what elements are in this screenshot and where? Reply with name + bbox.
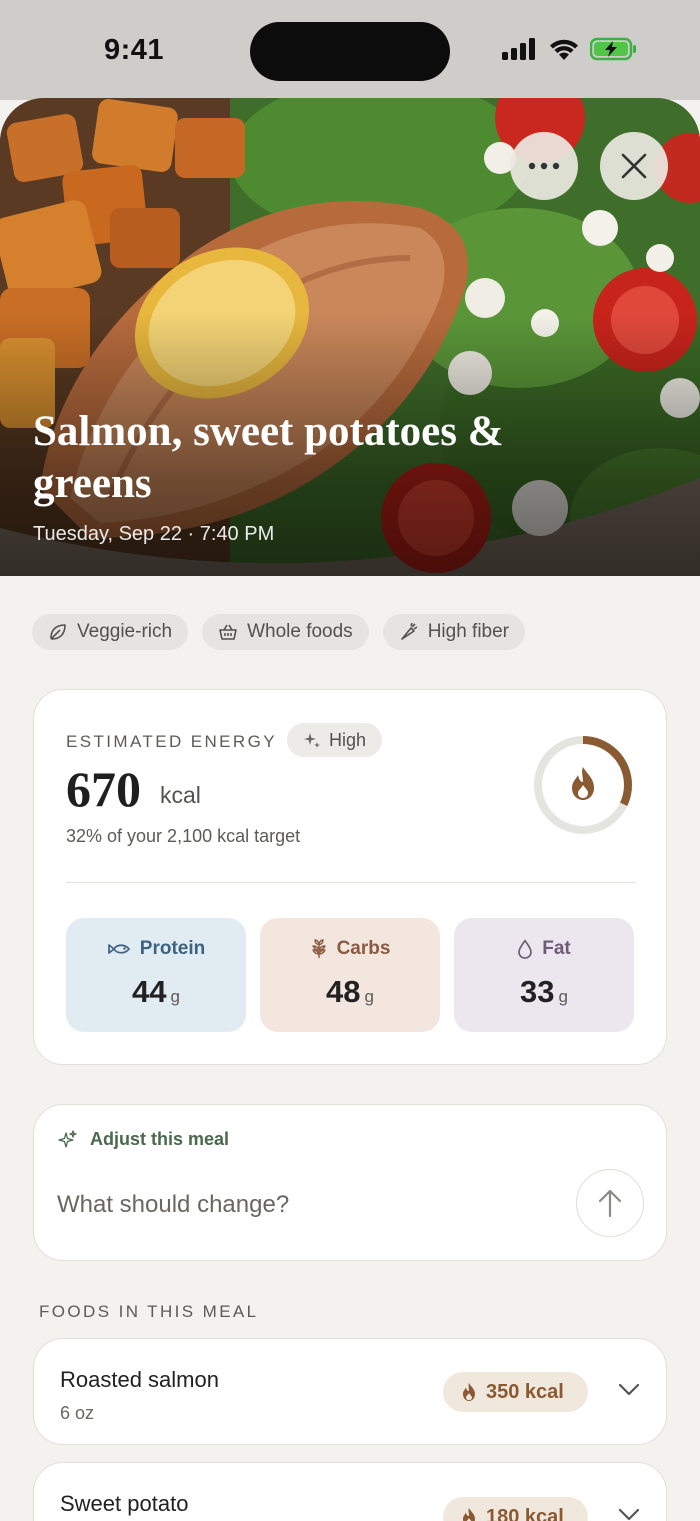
dynamic-island xyxy=(250,22,450,81)
wheat-icon xyxy=(311,939,326,958)
carrot-icon xyxy=(400,622,418,640)
arrow-up-icon xyxy=(598,1189,622,1218)
tag-label: High fiber xyxy=(427,621,510,642)
card-divider xyxy=(66,882,636,883)
meal-datetime: Tuesday, Sep 22 · 7:40 PM xyxy=(33,523,275,545)
food-item[interactable]: Sweet potato 180 kcal xyxy=(33,1462,667,1521)
chevron-down-icon[interactable] xyxy=(618,1383,640,1397)
energy-value: 670 xyxy=(66,761,141,817)
macro-label: Carbs xyxy=(336,938,391,959)
macro-label: Protein xyxy=(139,938,206,959)
adjust-meal-input[interactable] xyxy=(57,1185,557,1225)
macro-unit: g xyxy=(170,987,180,1006)
status-time: 9:41 xyxy=(104,34,165,66)
droplet-icon xyxy=(518,939,533,959)
send-button[interactable] xyxy=(576,1169,644,1237)
tag-label: Whole foods xyxy=(247,621,353,642)
food-kcal: 350 kcal xyxy=(486,1380,564,1403)
status-icons xyxy=(502,37,638,61)
status-bar: 9:41 xyxy=(0,0,700,100)
food-amount: 6 oz xyxy=(60,1403,95,1423)
close-icon xyxy=(621,153,647,179)
flame-icon xyxy=(572,767,594,800)
ellipsis-icon xyxy=(528,162,560,170)
energy-progress-ring xyxy=(534,736,632,834)
flame-icon xyxy=(463,1508,475,1521)
energy-label: ESTIMATED ENERGY xyxy=(66,732,277,751)
foods-section-title: FOODS IN THIS MEAL xyxy=(39,1302,259,1321)
energy-card: ESTIMATED ENERGY High 670 kcal 32% of yo… xyxy=(33,689,667,1065)
macro-unit: g xyxy=(558,987,568,1006)
food-name: Roasted salmon xyxy=(60,1367,219,1392)
macro-fat[interactable]: Fat 33 g xyxy=(454,918,634,1032)
close-button[interactable] xyxy=(600,132,668,200)
wifi-icon xyxy=(550,39,578,60)
leaf-icon xyxy=(50,624,66,640)
chevron-down-icon[interactable] xyxy=(618,1508,640,1521)
energy-unit: kcal xyxy=(160,782,201,808)
macro-value: 48 xyxy=(326,974,361,1009)
confidence-badge: High xyxy=(287,723,383,757)
battery-charging-icon xyxy=(590,37,636,61)
tag-high-fiber[interactable]: High fiber xyxy=(382,614,526,650)
tag-veggie-rich[interactable]: Veggie-rich xyxy=(32,614,189,650)
meal-hero: Salmon, sweet potatoes & greens Tuesday,… xyxy=(0,98,700,576)
macro-value: 33 xyxy=(520,974,555,1009)
macro-breakdown: Protein 44 g Carbs 48 g Fat 33 g xyxy=(66,918,634,1032)
adjust-meal-card: Adjust this meal xyxy=(33,1104,667,1261)
food-kcal-badge: 180 kcal xyxy=(443,1497,588,1521)
tag-whole-foods[interactable]: Whole foods xyxy=(202,614,369,650)
food-kcal: 180 kcal xyxy=(486,1505,564,1521)
fish-icon xyxy=(107,944,130,954)
sparkle-icon xyxy=(58,1129,77,1148)
food-item[interactable]: Roasted salmon 6 oz 350 kcal xyxy=(33,1338,667,1445)
meal-title: Salmon, sweet potatoes & greens xyxy=(33,408,504,507)
tag-label: Veggie-rich xyxy=(77,621,173,642)
flame-icon xyxy=(463,1383,475,1401)
meal-tags: Veggie-rich Whole foods High fiber xyxy=(32,614,526,650)
macro-protein[interactable]: Protein 44 g xyxy=(66,918,246,1032)
energy-target-text: 32% of your 2,100 kcal target xyxy=(66,826,301,846)
adjust-title: Adjust this meal xyxy=(90,1129,230,1149)
macro-label: Fat xyxy=(542,938,571,959)
food-name: Sweet potato xyxy=(60,1491,189,1516)
more-options-button[interactable] xyxy=(510,132,578,200)
macro-carbs[interactable]: Carbs 48 g xyxy=(260,918,440,1032)
sparkle-icon xyxy=(304,733,320,748)
food-kcal-badge: 350 kcal xyxy=(443,1372,588,1412)
cellular-signal-icon xyxy=(502,38,535,60)
macro-value: 44 xyxy=(132,974,167,1009)
confidence-label: High xyxy=(329,729,367,750)
basket-icon xyxy=(219,624,237,640)
macro-unit: g xyxy=(364,987,374,1006)
